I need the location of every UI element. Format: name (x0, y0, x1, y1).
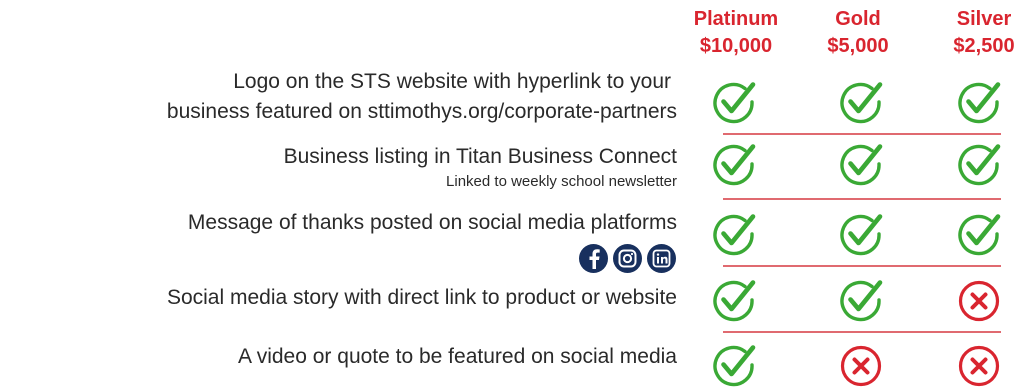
feature-line: Message of thanks posted on social media… (187, 211, 677, 234)
feature-line: Business listing in Titan Business Conne… (283, 145, 677, 168)
checkmark-icon-gold (839, 278, 883, 322)
checkmark-icon-silver (957, 142, 1001, 186)
row-divider (723, 331, 1001, 333)
checkmark-icon-silver (957, 212, 1001, 256)
facebook-icon (579, 244, 608, 273)
row-divider (723, 133, 1001, 135)
tier-name: Platinum (693, 8, 779, 30)
checkmark-icon-platinum (712, 80, 756, 124)
tier-name: Silver (956, 8, 1012, 30)
tier-header-silver: Silver $2,500 (924, 6, 1031, 60)
feature-line: Social media story with direct link to p… (166, 286, 677, 309)
cross-icon-gold (839, 343, 883, 387)
checkmark-icon-platinum (712, 212, 756, 256)
tier-header-platinum: Platinum $10,000 (676, 6, 796, 60)
social-icons (579, 244, 676, 273)
checkmark-icon-platinum (712, 278, 756, 322)
checkmark-icon-platinum (712, 343, 756, 387)
tier-price: $10,000 (699, 35, 773, 57)
feature-line: business featured on sttimothys.org/corp… (166, 100, 677, 123)
feature-social-story: Social media story with direct link to p… (167, 283, 677, 313)
tier-name: Gold (835, 8, 881, 30)
feature-logo-website: Logo on the STS website with hyperlink t… (167, 67, 677, 127)
checkmark-icon-silver (957, 80, 1001, 124)
instagram-icon (613, 244, 642, 273)
row-divider (723, 265, 1001, 267)
tier-price: $2,500 (953, 35, 1015, 57)
feature-video-quote: A video or quote to be featured on socia… (238, 342, 677, 372)
cross-icon-silver (957, 278, 1001, 322)
checkmark-icon-gold (839, 142, 883, 186)
feature-line: Logo on the STS website with hyperlink t… (233, 70, 671, 93)
checkmark-icon-gold (839, 212, 883, 256)
linkedin-icon (647, 244, 676, 273)
feature-line: A video or quote to be featured on socia… (238, 345, 677, 368)
tier-header-gold: Gold $5,000 (798, 6, 918, 60)
feature-business-listing: Business listing in Titan Business Conne… (284, 142, 677, 192)
tier-price: $5,000 (827, 35, 889, 57)
feature-subtext: Linked to weekly school newsletter (446, 173, 677, 190)
cross-icon-silver (957, 343, 1001, 387)
checkmark-icon-gold (839, 80, 883, 124)
feature-thanks-message: Message of thanks posted on social media… (188, 208, 677, 238)
row-divider (723, 198, 1001, 200)
checkmark-icon-platinum (712, 142, 756, 186)
